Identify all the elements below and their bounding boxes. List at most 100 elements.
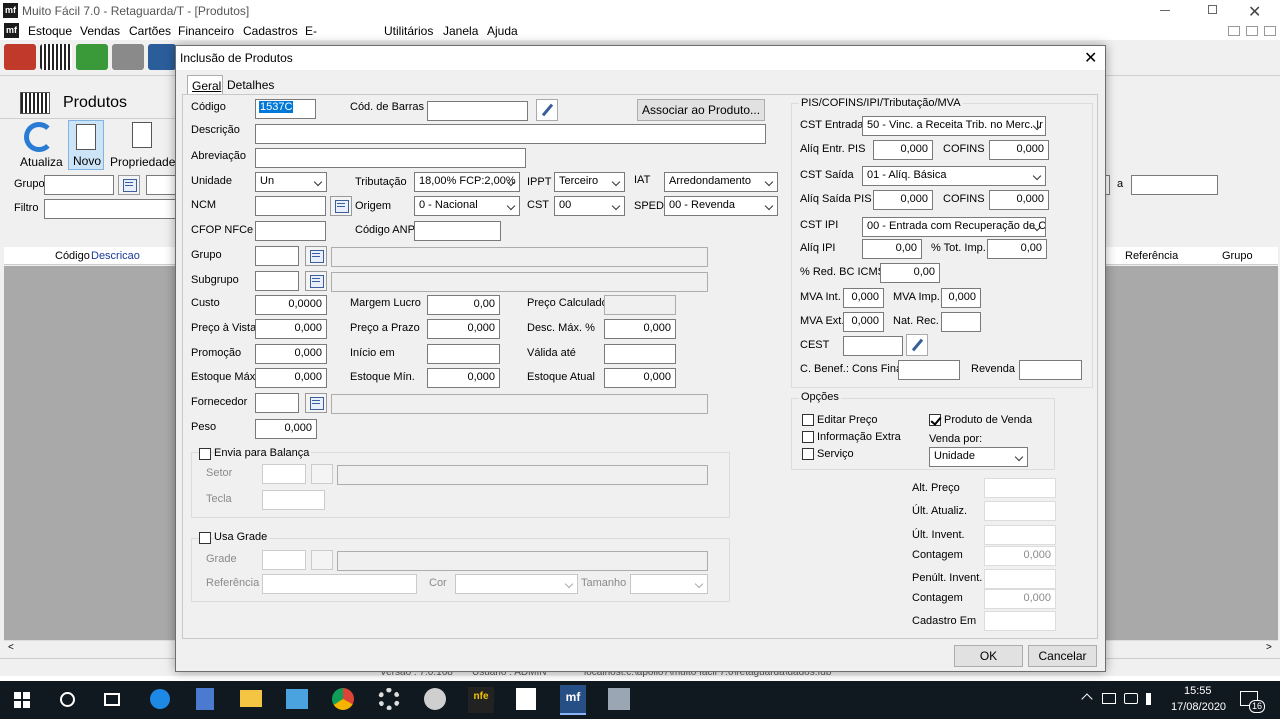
menu-vendas[interactable]: Vendas xyxy=(80,24,120,38)
tamanho-select[interactable] xyxy=(630,574,708,594)
barras-input[interactable] xyxy=(427,101,528,121)
cofins-saida-input[interactable]: 0,000 xyxy=(989,190,1049,210)
ok-button[interactable]: OK xyxy=(954,645,1023,667)
grupo-input[interactable] xyxy=(255,246,299,266)
barcode-icon[interactable] xyxy=(40,44,72,70)
margem-input[interactable]: 0,00 xyxy=(427,295,500,315)
volume-icon[interactable] xyxy=(1146,693,1158,705)
balanca-checkbox[interactable] xyxy=(199,448,211,460)
menu-utilitarios[interactable]: Utilitários xyxy=(384,24,433,38)
minimize-icon[interactable] xyxy=(1160,10,1170,11)
usagrade-checkbox[interactable] xyxy=(199,532,211,544)
setor-input[interactable] xyxy=(262,464,306,484)
servico-checkbox[interactable] xyxy=(802,448,814,460)
grupo-filter-lookup-icon[interactable] xyxy=(118,175,140,195)
subgrupo-input[interactable] xyxy=(255,271,299,291)
cest-picker-icon[interactable] xyxy=(906,334,928,356)
range-to-input[interactable] xyxy=(1131,175,1218,195)
cfop-input[interactable] xyxy=(255,221,326,241)
muito-facil-taskbar-icon[interactable]: mf xyxy=(560,685,586,715)
edge-icon[interactable] xyxy=(150,689,170,709)
start-icon[interactable] xyxy=(14,692,30,708)
chrome-icon[interactable] xyxy=(332,688,354,710)
tray-chevron-icon[interactable] xyxy=(1081,693,1093,705)
origem-select[interactable]: 0 - Nacional xyxy=(414,196,520,216)
restore-icon[interactable] xyxy=(1208,5,1217,14)
col-referencia[interactable]: Referência xyxy=(1125,250,1178,262)
referencia-input[interactable] xyxy=(262,574,417,594)
grupo-filter-input[interactable] xyxy=(44,175,114,195)
tab-geral[interactable]: Geral xyxy=(187,75,223,95)
nfe-icon[interactable]: nfe xyxy=(468,687,494,713)
col-descricao[interactable]: Descricao xyxy=(91,250,140,262)
display-icon[interactable] xyxy=(1124,693,1138,704)
menu-cartoes[interactable]: Cartões xyxy=(129,24,171,38)
ncm-input[interactable] xyxy=(255,196,326,216)
cst-saida-select[interactable]: 01 - Alíq. Básica xyxy=(862,166,1046,186)
valida-input[interactable] xyxy=(604,344,676,364)
mva-ext-input[interactable]: 0,000 xyxy=(843,312,884,332)
ippt-select[interactable]: Terceiro xyxy=(554,172,625,192)
search-icon[interactable] xyxy=(60,692,75,707)
red-bc-input[interactable]: 0,00 xyxy=(880,263,940,283)
menu-financeiro[interactable]: Financeiro xyxy=(178,24,234,38)
editar-preco-checkbox[interactable] xyxy=(802,414,814,426)
network-icon[interactable] xyxy=(1102,693,1116,704)
filtro-input[interactable] xyxy=(44,199,178,219)
pos-icon[interactable] xyxy=(112,44,144,70)
col-grupo[interactable]: Grupo xyxy=(1222,250,1253,262)
mva-imp-input[interactable]: 0,000 xyxy=(941,288,981,308)
paint-icon[interactable] xyxy=(424,688,446,710)
novo-button[interactable]: Novo xyxy=(68,120,104,170)
cofins-entr-input[interactable]: 0,000 xyxy=(989,140,1049,160)
tool-icon[interactable] xyxy=(608,688,630,710)
aliq-saida-input[interactable]: 0,000 xyxy=(873,190,933,210)
dialog-close-icon[interactable]: ✕ xyxy=(1084,48,1097,68)
barras-picker-icon[interactable] xyxy=(536,99,558,121)
truck-icon[interactable] xyxy=(4,44,36,70)
desc-max-input[interactable]: 0,000 xyxy=(604,319,676,339)
atualiza-button[interactable]: Atualiza xyxy=(18,122,63,170)
abreviacao-input[interactable] xyxy=(255,148,526,168)
associar-button[interactable]: Associar ao Produto... xyxy=(637,99,765,121)
propriedades-button[interactable]: Propriedades xyxy=(108,122,181,170)
settings-gear-icon[interactable] xyxy=(378,688,400,710)
produto-venda-checkbox[interactable] xyxy=(929,414,941,426)
aliq-ipi-input[interactable]: 0,00 xyxy=(862,239,922,259)
grade-lookup-icon[interactable] xyxy=(311,550,333,570)
peso-input[interactable]: 0,000 xyxy=(255,419,317,439)
tecla-input[interactable] xyxy=(262,490,325,510)
cancelar-button[interactable]: Cancelar xyxy=(1028,645,1097,667)
cst-select[interactable]: 00 xyxy=(554,196,625,216)
cst-ipi-select[interactable]: 00 - Entrada com Recuperação de C xyxy=(862,217,1046,237)
child-restore-icon[interactable] xyxy=(1246,26,1258,36)
menu-cadastros[interactable]: Cadastros xyxy=(243,24,298,38)
iat-select[interactable]: Arredondamento xyxy=(664,172,778,192)
tributacao-select[interactable]: 18,00% FCP:2,00% xyxy=(414,172,520,192)
col-codigo[interactable]: Código xyxy=(55,250,90,262)
users-icon[interactable] xyxy=(148,44,176,70)
subgrupo-lookup-icon[interactable] xyxy=(305,271,327,291)
menu-ajuda[interactable]: Ajuda xyxy=(487,24,518,38)
info-extra-checkbox[interactable] xyxy=(802,431,814,443)
mva-int-input[interactable]: 0,000 xyxy=(843,288,884,308)
cst-entrada-select[interactable]: 50 - Vinc. a Receita Trib. no Merc. Ir xyxy=(862,116,1046,136)
preco-vista-input[interactable]: 0,000 xyxy=(255,319,327,339)
fornecedor-lookup-icon[interactable] xyxy=(305,393,327,413)
child-close-icon[interactable] xyxy=(1264,26,1276,36)
fornecedor-input[interactable] xyxy=(255,393,299,413)
grupo-lookup-icon[interactable] xyxy=(305,246,327,266)
cbenef-input[interactable] xyxy=(898,360,960,380)
ncm-lookup-icon[interactable] xyxy=(330,196,352,216)
inicio-input[interactable] xyxy=(427,344,500,364)
custo-input[interactable]: 0,0000 xyxy=(255,295,327,315)
tot-imp-input[interactable]: 0,00 xyxy=(987,239,1047,259)
cor-select[interactable] xyxy=(455,574,578,594)
task-view-icon[interactable] xyxy=(104,693,120,706)
anp-input[interactable] xyxy=(414,221,501,241)
child-minimize-icon[interactable] xyxy=(1228,26,1240,36)
estoque-atual-input[interactable]: 0,000 xyxy=(604,368,676,388)
clock-time[interactable]: 15:55 xyxy=(1184,685,1212,697)
scroll-left-icon[interactable]: < xyxy=(8,642,14,653)
sped-select[interactable]: 00 - Revenda xyxy=(664,196,778,216)
